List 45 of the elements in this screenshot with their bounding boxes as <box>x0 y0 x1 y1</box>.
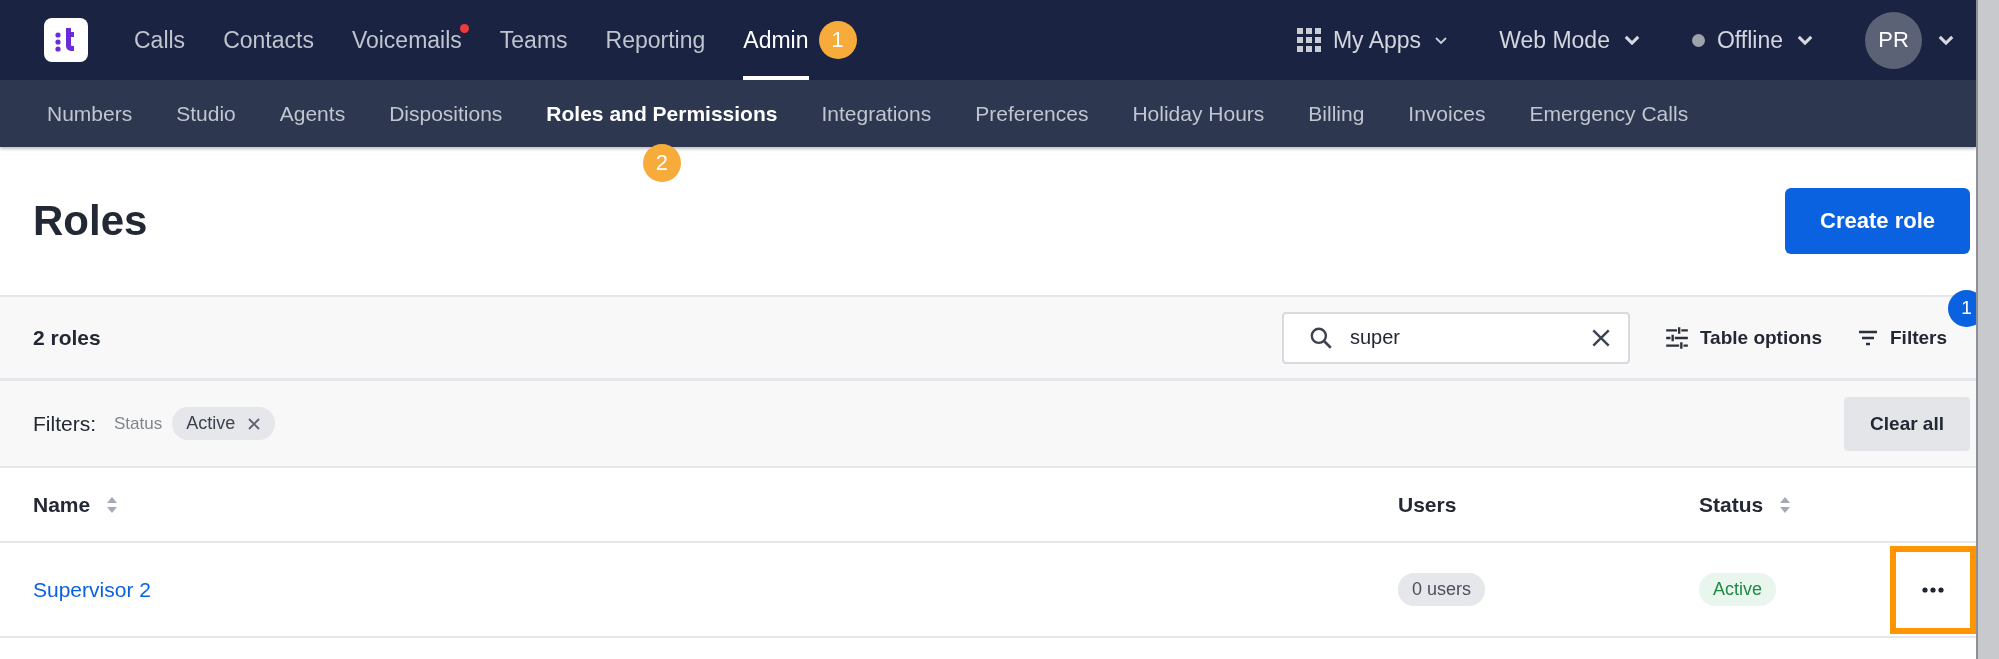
sort-icon <box>106 495 119 514</box>
nav-tab[interactable]: Calls <box>134 0 186 80</box>
column-header[interactable]: Name <box>33 492 119 517</box>
filter-field-label: Status <box>114 413 163 434</box>
remove-icon[interactable] <box>247 416 262 431</box>
sub-nav-tab[interactable]: Roles and Permissions <box>546 101 778 125</box>
app-logo-icon[interactable] <box>44 18 88 62</box>
sub-nav-tab[interactable]: Invoices <box>1408 101 1486 125</box>
sub-nav-tab[interactable]: Billing <box>1308 101 1365 125</box>
column-header: Users <box>1398 492 1457 517</box>
sort-icon <box>1779 495 1792 514</box>
sub-nav-tab[interactable]: Emergency Calls <box>1529 101 1689 125</box>
role-count: 2 roles <box>33 325 101 350</box>
sub-nav-tab[interactable]: Studio <box>176 101 236 125</box>
filters-label: Filters: <box>33 411 96 436</box>
filter-count-badge: 1 <box>1948 289 1976 327</box>
filters-button[interactable]: Filters <box>1856 325 1948 350</box>
table-options-button[interactable]: Table options <box>1663 324 1822 351</box>
apps-grid-icon <box>1296 28 1321 52</box>
sliders-icon <box>1663 324 1690 351</box>
create-role-button[interactable]: Create role <box>1785 188 1970 254</box>
more-icon <box>1922 586 1944 593</box>
sub-nav-tab[interactable]: Preferences <box>975 101 1089 125</box>
sub-nav-tab[interactable]: Agents <box>279 101 346 125</box>
step-marker: 2 <box>642 143 681 182</box>
presence-menu[interactable]: Offline <box>1691 26 1815 54</box>
page-title: Roles <box>33 197 148 245</box>
user-count-pill: 0 users <box>1398 573 1486 606</box>
sub-nav-tab[interactable]: Holiday Hours <box>1132 101 1265 125</box>
sub-nav-tab[interactable]: Integrations <box>821 101 932 125</box>
search-field[interactable]: super <box>1281 311 1630 364</box>
mode-menu[interactable]: Web Mode <box>1499 26 1642 54</box>
step-marker: 1 <box>818 21 857 59</box>
nav-tab[interactable]: Reporting <box>605 0 706 80</box>
nav-tab[interactable]: Teams <box>499 0 568 80</box>
my-apps-menu[interactable]: My Apps <box>1296 26 1450 54</box>
nav-tab[interactable]: Contacts <box>223 0 314 80</box>
status-pill: Active <box>1699 573 1777 606</box>
filter-chip[interactable]: Active <box>172 407 276 440</box>
nav-tab[interactable]: Voicemails <box>351 0 462 80</box>
role-name-link[interactable]: Supervisor 2 <box>33 577 151 602</box>
clear-all-button[interactable]: Clear all <box>1844 396 1970 451</box>
sub-nav-tab[interactable]: Dispositions <box>389 101 503 125</box>
column-header[interactable]: Status <box>1699 492 1792 517</box>
sub-nav-tab[interactable]: Numbers <box>47 101 133 125</box>
